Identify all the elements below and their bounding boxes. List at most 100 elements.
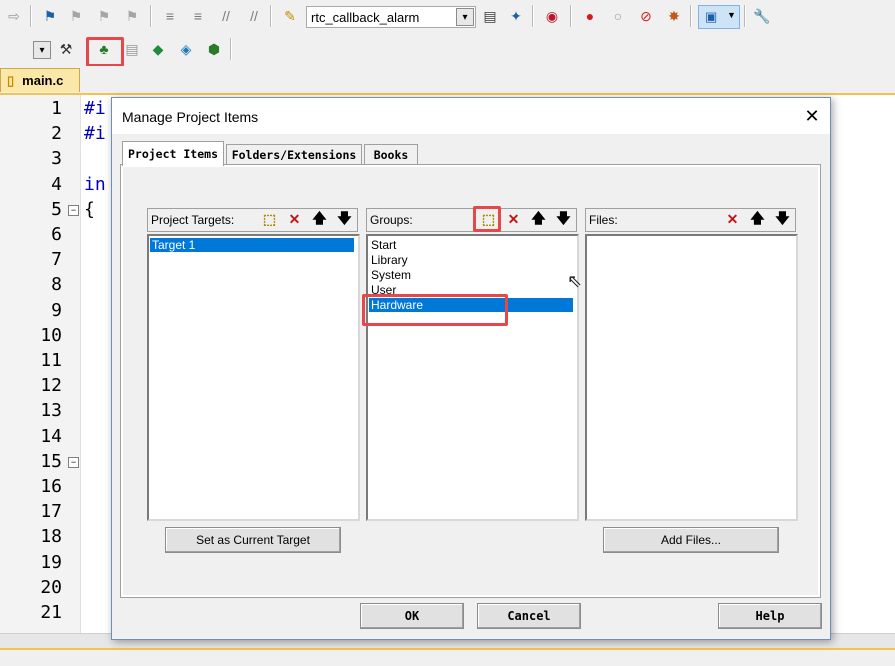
add-files-button[interactable]: Add Files... — [603, 527, 779, 553]
move-down-icon[interactable]: 🡇 — [773, 210, 792, 229]
line-number: 10 — [40, 324, 62, 346]
uncomment-icon[interactable]: // — [244, 6, 264, 26]
unindent-icon[interactable]: ≡ — [188, 6, 208, 26]
bookmark-next-icon[interactable]: ⚑ — [94, 6, 114, 26]
line-number: 21 — [40, 602, 62, 623]
chevron-down-icon[interactable]: ▾ — [456, 8, 474, 26]
highlight-box — [473, 206, 501, 232]
dialog-title: Manage Project Items — [122, 109, 259, 125]
line-number: 13 — [40, 400, 62, 422]
options-for-target-icon[interactable]: ⚒ — [56, 39, 76, 59]
help-button[interactable]: Help — [718, 603, 822, 629]
line-number: 8 — [51, 274, 62, 296]
delete-group-icon[interactable]: ✕ — [504, 210, 523, 229]
move-down-icon[interactable]: 🡇 — [335, 210, 354, 229]
incremental-find-icon[interactable]: ✦ — [506, 6, 526, 26]
line-number: 4 — [51, 173, 62, 195]
new-target-icon[interactable]: ⬚ — [260, 210, 279, 229]
toolbar-separator — [570, 5, 572, 27]
file-tab-bar: ▯ main.c — [0, 66, 895, 95]
close-icon[interactable]: ✕ — [800, 104, 824, 128]
toolbar-separator — [270, 5, 272, 27]
wrench-icon[interactable]: 🔧 — [752, 6, 772, 26]
delete-target-icon[interactable]: ✕ — [285, 210, 304, 229]
toolbar-separator — [230, 38, 232, 60]
move-up-icon[interactable]: 🡅 — [310, 210, 329, 229]
manage-rte-icon[interactable]: ◆ — [148, 39, 168, 59]
select-packs-icon[interactable]: ▤ — [122, 39, 142, 59]
line-number: 18 — [40, 526, 62, 548]
chevron-down-icon: ▼ — [727, 10, 736, 20]
tab-books[interactable]: Books — [364, 144, 418, 165]
indent-icon[interactable]: ≡ — [160, 6, 180, 26]
pack-update-icon[interactable]: ⬢ — [204, 39, 224, 59]
line-number: 1 — [51, 98, 62, 119]
move-up-icon[interactable]: 🡅 — [529, 210, 548, 229]
delete-file-icon[interactable]: ✕ — [723, 210, 742, 229]
files-header: Files: ✕ 🡅 🡇 — [585, 208, 796, 232]
file-icon: ▯ — [7, 72, 15, 88]
navigate-forward-icon[interactable]: ⇨ — [4, 6, 24, 26]
breakpoint-kill-icon[interactable]: ✸ — [664, 6, 684, 26]
toolbar-build: ▾ ⚒ ♣ ▤ ◆ ◈ ⬢ — [0, 33, 895, 67]
find-icon[interactable]: ▤ — [480, 6, 500, 26]
line-number: 7 — [51, 249, 62, 271]
code-line-1: #i — [84, 98, 106, 119]
cancel-button[interactable]: Cancel — [477, 603, 581, 629]
pack-installer-icon[interactable]: ◈ — [176, 39, 196, 59]
bookmark-toggle-icon[interactable]: ⚑ — [40, 6, 60, 26]
toolbar-separator — [30, 5, 32, 27]
breakpoint-enable-icon[interactable]: ○ — [608, 6, 628, 26]
find-in-files-icon[interactable]: ✎ — [280, 6, 300, 26]
line-number: 17 — [40, 501, 62, 523]
manage-project-items-dialog: Manage Project Items ✕ Project Items Fol… — [111, 97, 831, 640]
files-list[interactable] — [585, 234, 798, 521]
breakpoint-insert-icon[interactable]: ● — [580, 6, 600, 26]
tab-project-items[interactable]: Project Items — [122, 141, 224, 166]
highlight-box — [362, 294, 508, 326]
code-line-5: { — [84, 199, 95, 220]
ok-button[interactable]: OK — [360, 603, 464, 629]
move-down-icon[interactable]: 🡇 — [554, 210, 573, 229]
move-up-icon[interactable]: 🡅 — [748, 210, 767, 229]
code-line-4: in — [84, 174, 106, 195]
targets-header-label: Project Targets: — [151, 213, 235, 227]
toolbar-separator — [744, 5, 746, 27]
line-number: 19 — [40, 551, 62, 573]
toolbar-main: ⇨ ⚑ ⚑ ⚑ ⚑ ≡ ≡ // // ✎ rtc_callback_alarm… — [0, 0, 895, 34]
window-layout-button[interactable]: ▣ ▼ — [698, 5, 740, 29]
window-icon: ▣ — [705, 9, 718, 24]
bottom-panel-bar — [0, 648, 895, 666]
line-number: 5 — [51, 198, 62, 220]
line-number: 15 — [40, 450, 62, 472]
list-item[interactable]: Start — [369, 238, 573, 252]
list-item[interactable]: System — [369, 268, 573, 282]
tab-main-c[interactable]: ▯ main.c — [0, 68, 80, 92]
list-item[interactable]: Target 1 — [150, 238, 354, 252]
groups-header-label: Groups: — [370, 213, 413, 227]
debug-start-icon[interactable]: ◉ — [542, 6, 562, 26]
line-number: 11 — [40, 350, 62, 371]
find-combo[interactable]: rtc_callback_alarm ▾ — [306, 6, 476, 28]
targets-list[interactable]: Target 1 — [147, 234, 360, 521]
tab-folders-extensions[interactable]: Folders/Extensions — [226, 144, 362, 165]
bookmark-prev-icon[interactable]: ⚑ — [66, 6, 86, 26]
fold-toggle-icon[interactable]: − — [68, 457, 79, 468]
tab-panel: Project Targets: ⬚ ✕ 🡅 🡇 Target 1 Set as… — [120, 164, 821, 598]
groups-list[interactable]: Start Library System User Hardware — [366, 234, 579, 521]
toolbar-separator — [150, 5, 152, 27]
list-item[interactable]: Library — [369, 253, 573, 267]
chevron-down-icon[interactable]: ▾ — [33, 41, 51, 59]
comment-icon[interactable]: // — [216, 6, 236, 26]
fold-toggle-icon[interactable]: − — [68, 205, 79, 216]
set-as-current-target-button[interactable]: Set as Current Target — [165, 527, 341, 553]
find-combo-value: rtc_callback_alarm — [311, 10, 420, 25]
files-header-label: Files: — [589, 213, 618, 227]
breakpoint-disable-icon[interactable]: ⊘ — [636, 6, 656, 26]
line-number: 3 — [51, 148, 62, 170]
line-number: 16 — [40, 476, 62, 497]
bookmark-clear-icon[interactable]: ⚑ — [122, 6, 142, 26]
line-number: 6 — [51, 224, 62, 245]
line-number: 2 — [51, 123, 62, 145]
groups-header: Groups: ⬚ ✕ 🡅 🡇 — [366, 208, 577, 232]
